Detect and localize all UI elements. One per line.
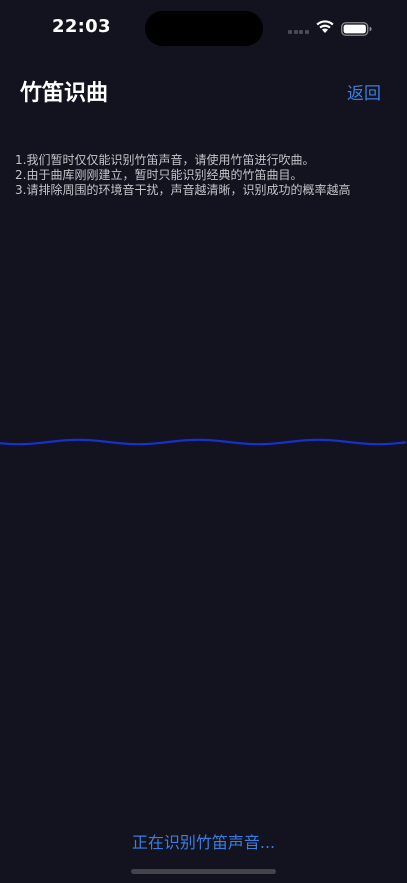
instruction-line: 3.请排除周围的环境音干扰，声音越清晰，识别成功的概率越高 — [15, 183, 351, 197]
back-button[interactable]: 返回 — [347, 82, 381, 106]
signal-icon — [288, 30, 312, 34]
instructions-block: 1.我们暂时仅仅能识别竹笛声音，请使用竹笛进行吹曲。 2.由于曲库刚刚建立，暂时… — [15, 153, 400, 198]
home-indicator — [131, 869, 276, 874]
wifi-icon — [315, 18, 335, 34]
instruction-line: 1.我们暂时仅仅能识别竹笛声音，请使用竹笛进行吹曲。 — [15, 153, 315, 167]
waveform-line — [0, 438, 407, 446]
navigation-header: 竹笛识曲 返回 — [0, 72, 407, 116]
instruction-line: 2.由于曲库刚刚建立，暂时只能识别经典的竹笛曲目。 — [15, 168, 303, 182]
battery-icon — [341, 21, 373, 36]
dynamic-island — [145, 11, 263, 46]
page-title: 竹笛识曲 — [20, 81, 109, 106]
status-bar: 22:03 — [0, 0, 407, 56]
audio-waveform — [0, 438, 407, 446]
status-time: 22:03 — [52, 16, 111, 37]
recognizing-status: 正在识别竹笛声音... — [131, 833, 276, 852]
